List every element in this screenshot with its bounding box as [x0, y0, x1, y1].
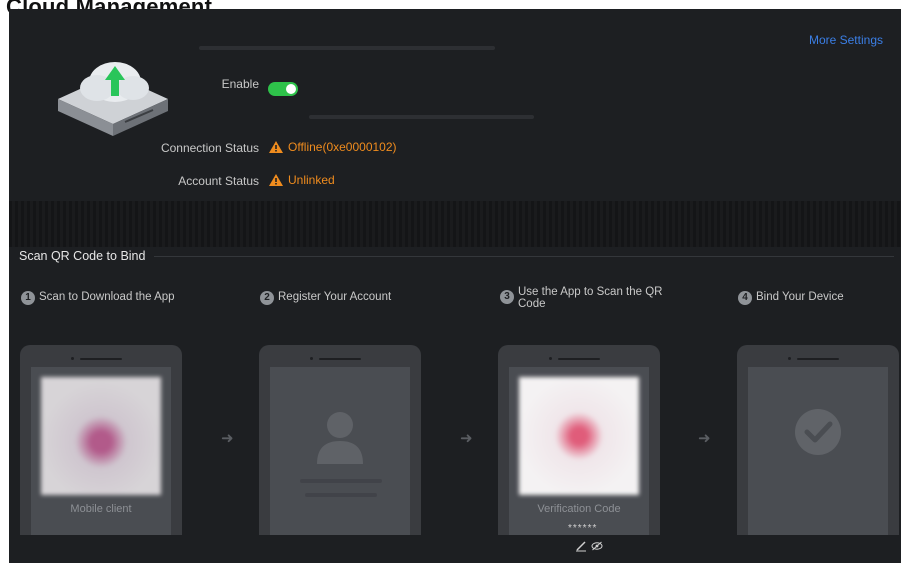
eye-hide-icon[interactable]	[591, 541, 603, 551]
connection-status-value: Offline(0xe0000102)	[269, 140, 397, 154]
phone-screen	[270, 367, 410, 535]
step-text: Register Your Account	[278, 291, 392, 303]
arrow-right-icon: ➜	[698, 430, 711, 447]
cloud-panel: Enable More Settings Connection Status O…	[9, 9, 901, 563]
cloud-nvr-icon	[58, 62, 168, 136]
blurred-text-line	[305, 493, 377, 497]
phone-camera	[788, 357, 791, 360]
phone-screen: Mobile client	[31, 367, 171, 535]
verification-code-actions	[575, 540, 603, 552]
step-3-header: 3 Use the App to Scan the QR Code	[500, 286, 680, 310]
phone-camera	[310, 357, 313, 360]
phone-screen	[748, 367, 888, 535]
user-icon	[317, 412, 363, 464]
arrow-right-icon: ➜	[221, 430, 234, 447]
section-divider	[154, 256, 894, 257]
account-status-value: Unlinked	[269, 173, 335, 187]
step-text: Scan to Download the App	[39, 291, 175, 303]
step-number: 4	[738, 291, 752, 305]
phone-speaker	[797, 358, 839, 360]
check-circle-icon	[795, 409, 841, 455]
step-number: 3	[500, 290, 514, 304]
warning-icon	[269, 141, 283, 153]
account-status-label: Account Status	[178, 174, 259, 188]
verification-code-caption: Verification Code	[537, 503, 621, 515]
step-number: 2	[260, 291, 274, 305]
connection-status-text: Offline(0xe0000102)	[288, 140, 397, 154]
phone-speaker	[558, 358, 600, 360]
edit-icon[interactable]	[575, 540, 587, 552]
blurred-text-line	[300, 479, 382, 483]
phone-screen: Verification Code	[509, 367, 649, 535]
step-number: 1	[21, 291, 35, 305]
connection-status-label: Connection Status	[160, 141, 259, 155]
phone-speaker	[80, 358, 122, 360]
mobile-client-caption: Mobile client	[70, 503, 132, 515]
step-4-header: 4 Bind Your Device	[738, 291, 898, 305]
phone-step-1: Mobile client	[20, 345, 182, 535]
bind-qr-code	[519, 377, 639, 495]
step-text: Use the App to Scan the QR Code	[518, 286, 663, 310]
phone-speaker	[319, 358, 361, 360]
blurred-text-line	[309, 115, 534, 119]
phone-step-3: Verification Code	[498, 345, 660, 535]
app-download-qr-code	[41, 377, 161, 495]
blurred-text-line	[199, 46, 495, 50]
arrow-right-icon: ➜	[460, 430, 473, 447]
phone-camera	[549, 357, 552, 360]
warning-icon	[269, 174, 283, 186]
phone-step-2	[259, 345, 421, 535]
step-1-header: 1 Scan to Download the App	[21, 291, 221, 305]
step-2-header: 2 Register Your Account	[260, 291, 460, 305]
enable-label: Enable	[221, 77, 259, 91]
section-divider-band	[9, 201, 901, 247]
cloud-settings-section: Enable More Settings Connection Status O…	[9, 9, 901, 201]
enable-toggle[interactable]	[268, 82, 298, 96]
step-text: Bind Your Device	[756, 291, 844, 303]
more-settings-link[interactable]: More Settings	[809, 33, 883, 47]
verification-code-value: ******	[568, 523, 598, 534]
scan-section-title: Scan QR Code to Bind	[19, 249, 146, 263]
phone-camera	[71, 357, 74, 360]
account-status-text: Unlinked	[288, 173, 335, 187]
phone-step-4	[737, 345, 899, 535]
